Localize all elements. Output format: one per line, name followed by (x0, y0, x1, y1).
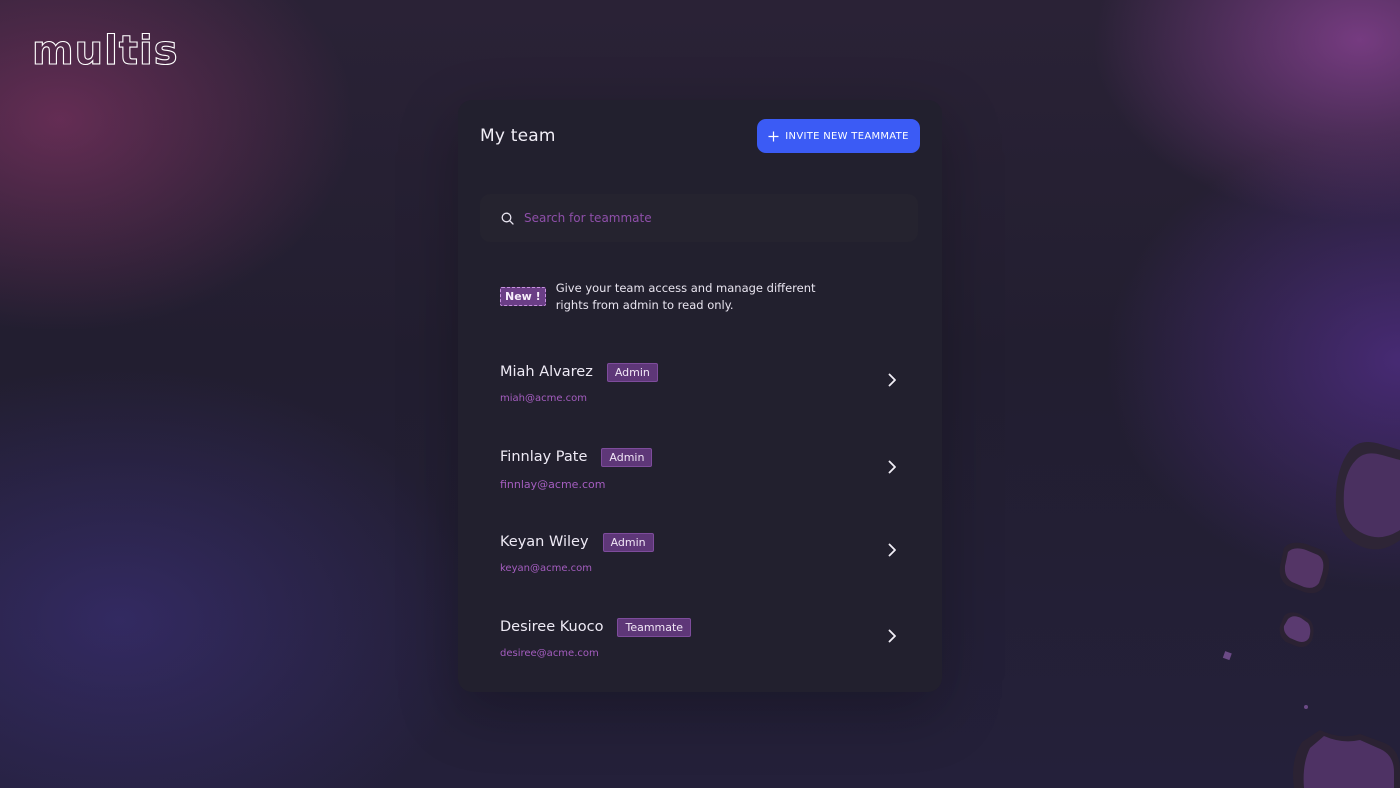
invite-teammate-button[interactable]: INVITE NEW TEAMMATE (757, 119, 920, 153)
notice-text: Give your team access and manage differe… (555, 281, 816, 312)
invite-button-label: INVITE NEW TEAMMATE (785, 130, 909, 142)
chevron-right-icon[interactable] (884, 628, 900, 644)
member-email: keyan@acme.com (500, 563, 593, 574)
new-badge: New ! (500, 287, 546, 306)
role-badge: Admin (601, 447, 653, 467)
card-header: My team INVITE NEW TEAMMATE (480, 119, 920, 153)
role-badge: Admin (606, 362, 658, 382)
member-row-miah[interactable]: Miah Alvarez Admin miah@acme.com (500, 361, 900, 417)
role-badge: Teammate (617, 617, 692, 637)
member-name: Desiree Kuoco (500, 619, 604, 635)
team-card: My team INVITE NEW TEAMMATE New ! Give y… (458, 100, 942, 692)
chevron-right-icon[interactable] (884, 372, 900, 388)
member-name: Miah Alvarez (500, 364, 593, 380)
member-email: miah@acme.com (500, 393, 588, 404)
member-email: desiree@acme.com (500, 648, 599, 659)
plus-icon (768, 131, 779, 141)
member-name: Finnlay Pate (500, 449, 588, 465)
search-box[interactable] (480, 194, 918, 242)
member-row-finnlay[interactable]: Finnlay Pate Admin finnlay@acme.com (500, 446, 900, 502)
chevron-right-icon[interactable] (884, 459, 900, 475)
search-icon (501, 212, 514, 225)
role-badge: Admin (602, 532, 654, 552)
member-email: finnlay@acme.com (500, 478, 606, 491)
brand-logo-text: multis (32, 28, 179, 74)
brand-logo: multis (30, 27, 182, 78)
page-title: My team (480, 126, 556, 146)
member-name: Keyan Wiley (500, 534, 589, 550)
member-row-keyan[interactable]: Keyan Wiley Admin keyan@acme.com (500, 531, 900, 587)
member-row-desiree[interactable]: Desiree Kuoco Teammate desiree@acme.com (500, 616, 900, 672)
new-feature-notice: New ! Give your team access and manage d… (500, 280, 840, 314)
decorative-shapes (1222, 442, 1400, 788)
search-input[interactable] (522, 210, 906, 226)
chevron-right-icon[interactable] (884, 542, 900, 558)
